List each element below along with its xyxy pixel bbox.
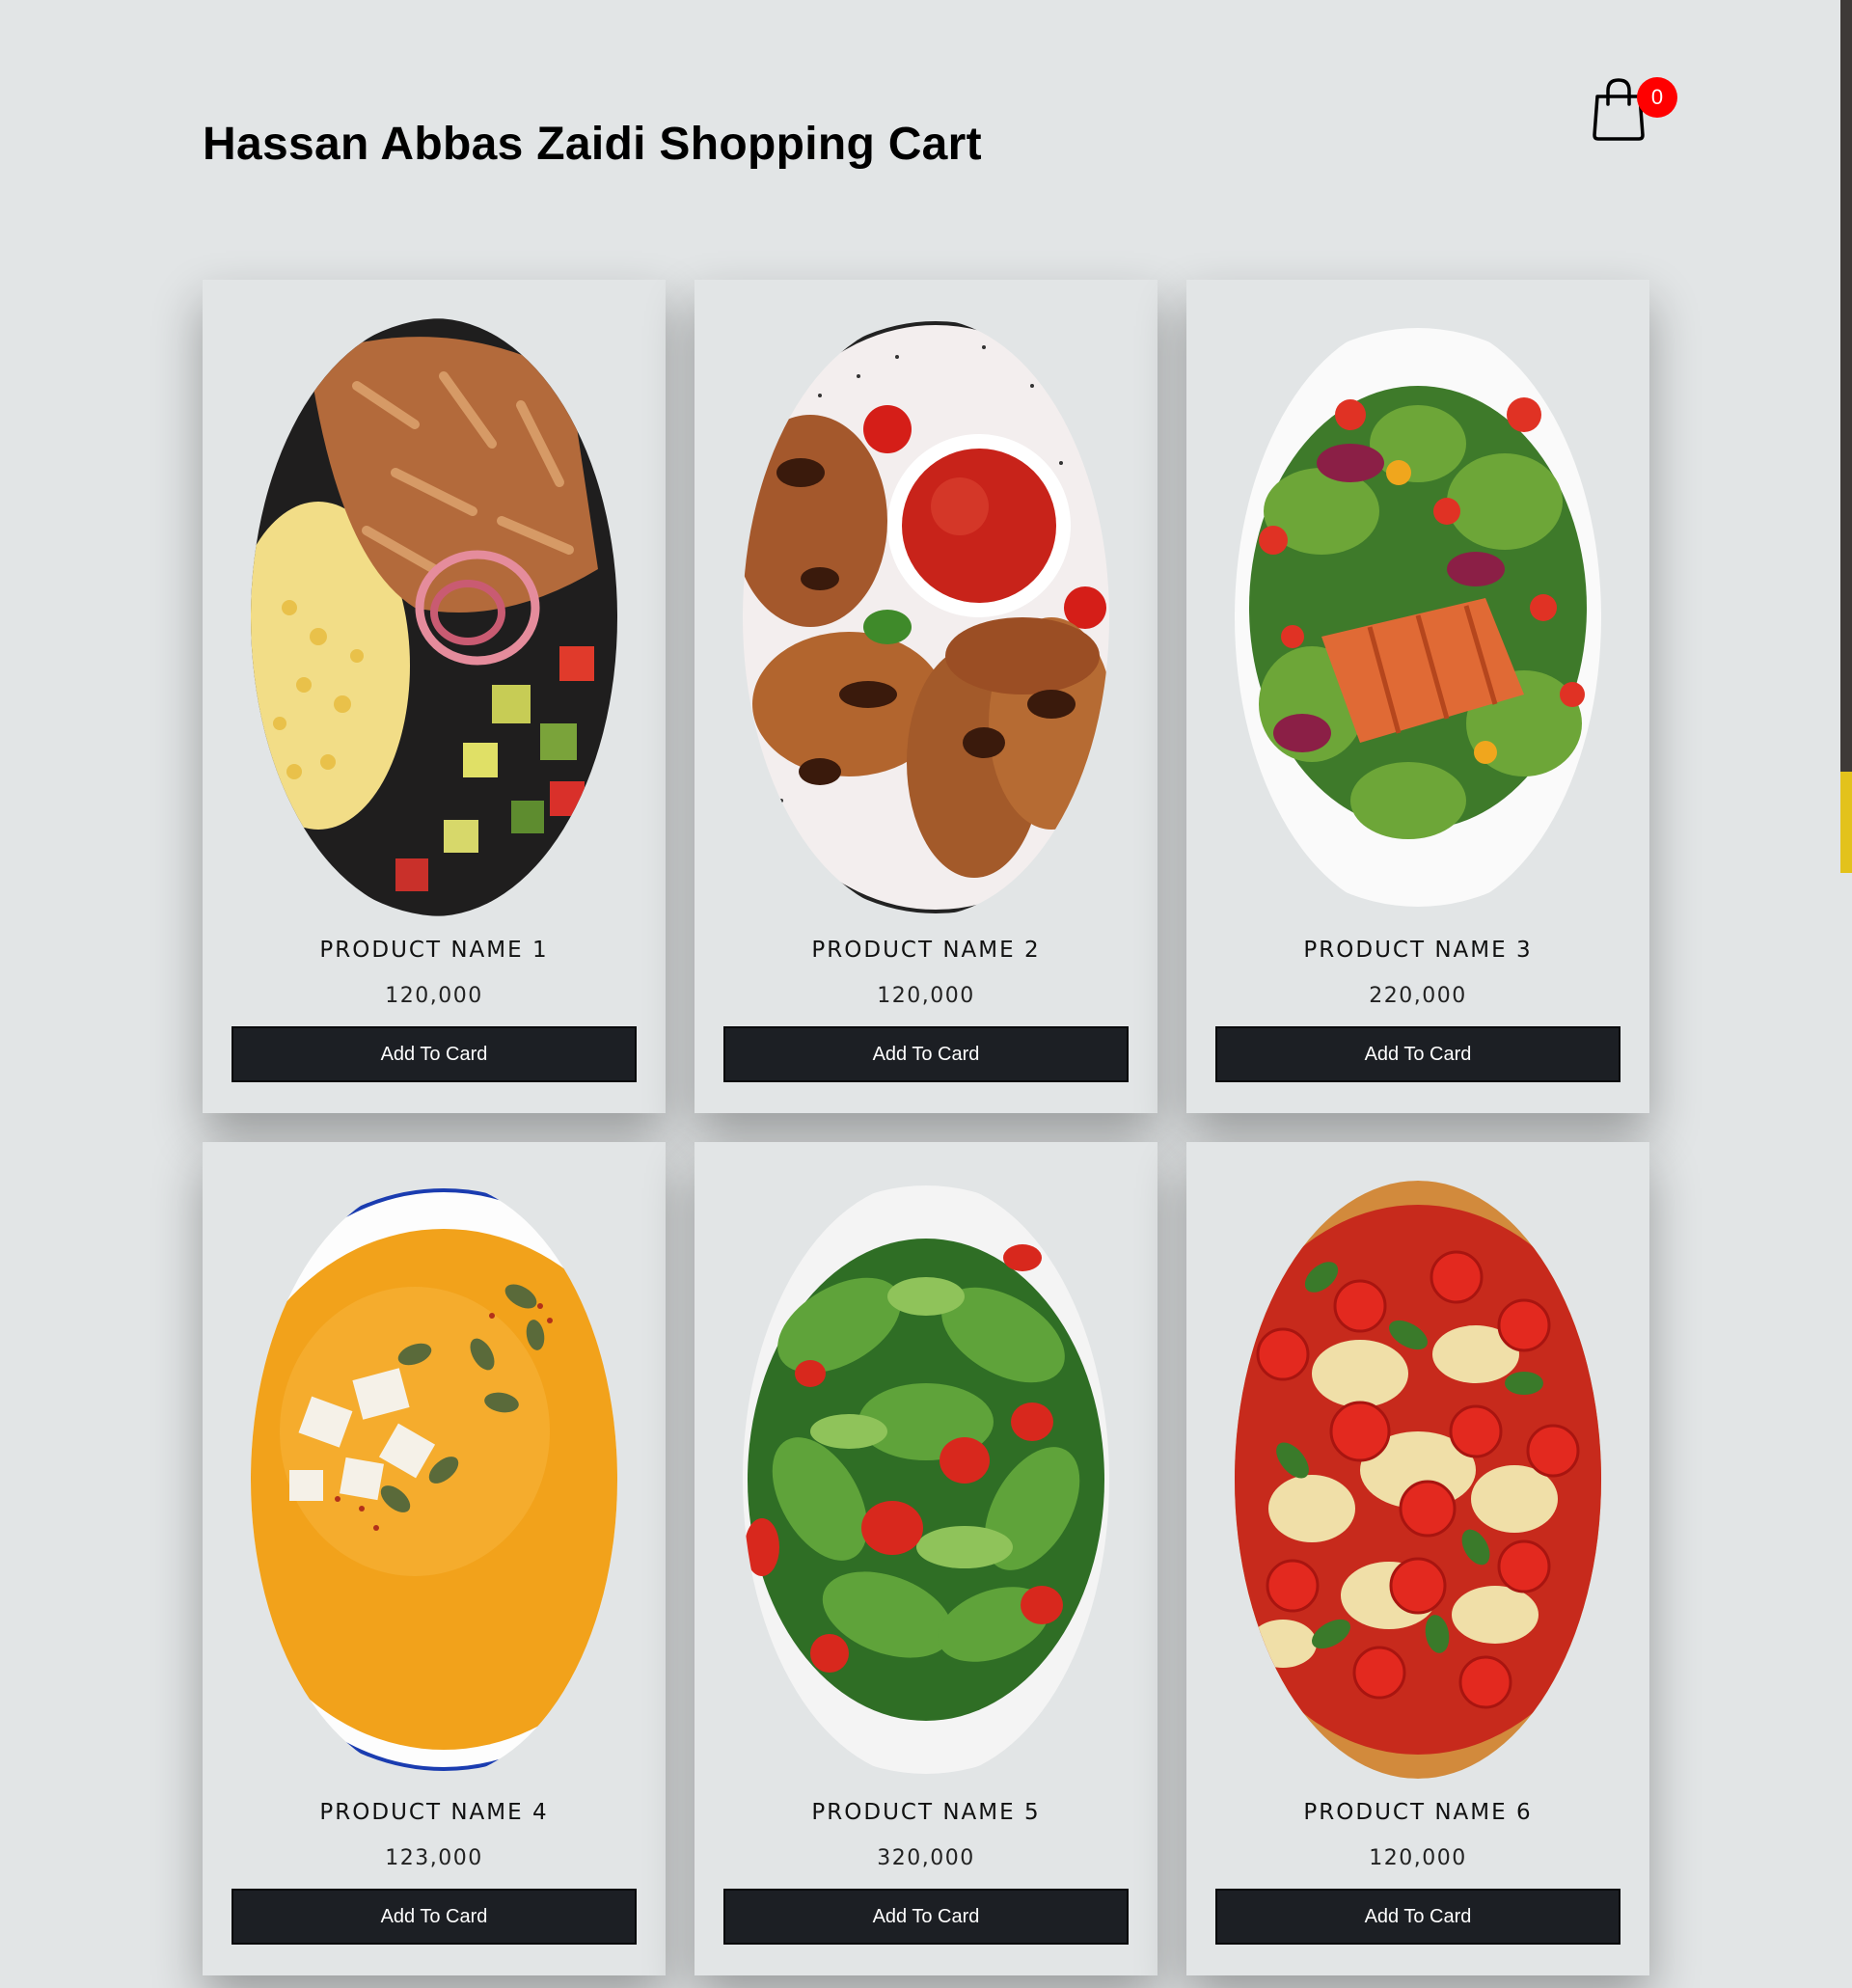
product-image	[251, 1181, 617, 1779]
add-to-cart-button[interactable]: Add To Card	[723, 1889, 1129, 1945]
product-card: PRODUCT NAME 6 120,000 Add To Card	[1186, 1142, 1649, 1975]
scrollbar-track	[1840, 0, 1852, 772]
product-image	[1235, 318, 1601, 916]
product-name: PRODUCT NAME 1	[319, 938, 549, 963]
product-price: 123,000	[385, 1846, 483, 1870]
product-name: PRODUCT NAME 2	[811, 938, 1041, 963]
page: Hassan Abbas Zaidi Shopping Cart 0 PRODU…	[0, 0, 1852, 1988]
page-title: Hassan Abbas Zaidi Shopping Cart	[203, 119, 982, 170]
product-price: 120,000	[877, 984, 975, 1008]
product-price: 220,000	[1369, 984, 1467, 1008]
product-price: 120,000	[1369, 1846, 1467, 1870]
product-image	[743, 318, 1109, 916]
cart-button[interactable]: 0	[1590, 75, 1686, 152]
shopping-bag-icon	[1593, 78, 1645, 141]
product-price: 120,000	[385, 984, 483, 1008]
product-card: PRODUCT NAME 4 123,000 Add To Card	[203, 1142, 666, 1975]
product-card: PRODUCT NAME 1 120,000 Add To Card	[203, 280, 666, 1113]
product-card: PRODUCT NAME 5 320,000 Add To Card	[694, 1142, 1158, 1975]
product-name: PRODUCT NAME 3	[1303, 938, 1533, 963]
product-image	[251, 318, 617, 916]
cart-count-badge: 0	[1637, 77, 1677, 118]
product-name: PRODUCT NAME 6	[1303, 1800, 1533, 1825]
product-price: 320,000	[877, 1846, 975, 1870]
scrollbar-thumb[interactable]	[1840, 772, 1852, 873]
product-image	[743, 1181, 1109, 1779]
add-to-cart-button[interactable]: Add To Card	[1215, 1889, 1620, 1945]
product-name: PRODUCT NAME 5	[811, 1800, 1041, 1825]
scrollbar[interactable]	[1840, 0, 1852, 1988]
product-card: PRODUCT NAME 3 220,000 Add To Card	[1186, 280, 1649, 1113]
add-to-cart-button[interactable]: Add To Card	[723, 1026, 1129, 1082]
product-name: PRODUCT NAME 4	[319, 1800, 549, 1825]
add-to-cart-button[interactable]: Add To Card	[232, 1026, 637, 1082]
add-to-cart-button[interactable]: Add To Card	[1215, 1026, 1620, 1082]
product-image	[1235, 1181, 1601, 1779]
add-to-cart-button[interactable]: Add To Card	[232, 1889, 637, 1945]
product-card: PRODUCT NAME 2 120,000 Add To Card	[694, 280, 1158, 1113]
